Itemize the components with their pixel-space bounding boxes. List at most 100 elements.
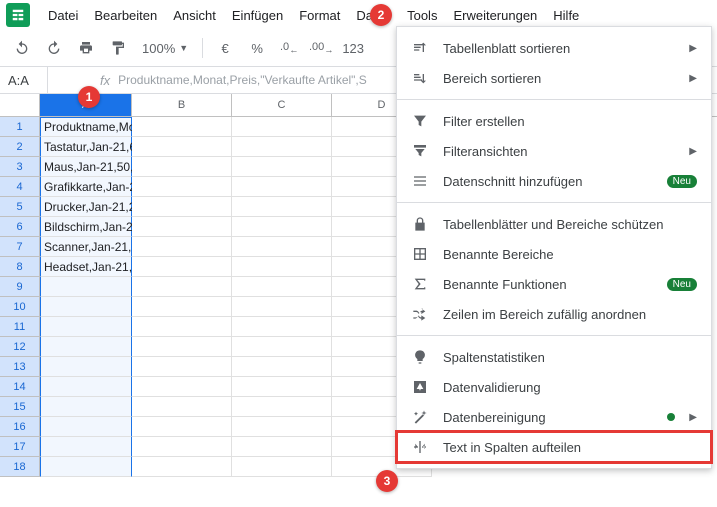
row-header[interactable]: 15 (0, 397, 40, 417)
row-header[interactable]: 17 (0, 437, 40, 457)
cell[interactable] (232, 357, 332, 377)
row-header[interactable]: 2 (0, 137, 40, 157)
row-header[interactable]: 4 (0, 177, 40, 197)
select-all-corner[interactable] (0, 94, 40, 116)
cell[interactable] (132, 157, 232, 177)
cell[interactable] (132, 437, 232, 457)
cell[interactable]: Tastatur,Jan-21,65,5,$325 (40, 137, 132, 157)
cell[interactable] (132, 197, 232, 217)
row-header[interactable]: 1 (0, 117, 40, 137)
row-header[interactable]: 12 (0, 337, 40, 357)
menu-item-split[interactable]: Text in Spalten aufteilen (397, 432, 711, 462)
cell[interactable] (132, 317, 232, 337)
menu-item-sort-sheet[interactable]: Tabellenblatt sortieren▶ (397, 33, 711, 63)
cell[interactable] (232, 337, 332, 357)
cell[interactable] (232, 437, 332, 457)
row-header[interactable]: 3 (0, 157, 40, 177)
cell[interactable]: Scanner,Jan-21,220,2,$440 (40, 237, 132, 257)
cell[interactable] (40, 417, 132, 437)
menu-item-filter-views[interactable]: Filteransichten▶ (397, 136, 711, 166)
cell[interactable] (40, 357, 132, 377)
cell[interactable] (40, 297, 132, 317)
row-header[interactable]: 9 (0, 277, 40, 297)
cell[interactable]: Grafikkarte,Jan-21,380,3,"$1.140" (40, 177, 132, 197)
menu-item-bulb[interactable]: Spaltenstatistiken (397, 342, 711, 372)
cell[interactable] (232, 397, 332, 417)
cell[interactable]: Bildschirm,Jan-21,450,6,"$2.700" (40, 217, 132, 237)
cell[interactable] (232, 297, 332, 317)
cell[interactable] (40, 397, 132, 417)
menu-item-validation[interactable]: Datenvalidierung (397, 372, 711, 402)
cell[interactable] (132, 137, 232, 157)
cell[interactable] (132, 397, 232, 417)
cell[interactable] (40, 437, 132, 457)
menu-item-sort-range[interactable]: Bereich sortieren▶ (397, 63, 711, 93)
menu-format[interactable]: Format (291, 4, 348, 27)
increase-decimal-button[interactable]: .00→ (307, 34, 335, 62)
row-header[interactable]: 13 (0, 357, 40, 377)
percent-button[interactable]: % (243, 34, 271, 62)
cell[interactable] (132, 457, 232, 477)
cell[interactable] (232, 317, 332, 337)
currency-euro-button[interactable]: € (211, 34, 239, 62)
cell[interactable] (132, 177, 232, 197)
number-format-button[interactable]: 123 (339, 34, 367, 62)
row-header[interactable]: 7 (0, 237, 40, 257)
cell[interactable]: Maus,Jan-21,50,7,$4350 (40, 157, 132, 177)
cell[interactable] (132, 377, 232, 397)
cell[interactable] (132, 337, 232, 357)
cell[interactable] (232, 117, 332, 137)
cell[interactable] (132, 237, 232, 257)
cell[interactable] (232, 197, 332, 217)
menu-item-slicer[interactable]: Datenschnitt hinzufügenNeu (397, 166, 711, 196)
cell[interactable] (132, 357, 232, 377)
menu-bearbeiten[interactable]: Bearbeiten (86, 4, 165, 27)
cell[interactable] (132, 417, 232, 437)
menu-item-named-range[interactable]: Benannte Bereiche (397, 239, 711, 269)
print-button[interactable] (72, 34, 100, 62)
redo-button[interactable] (40, 34, 68, 62)
zoom-select[interactable]: 100% ▼ (136, 34, 194, 62)
formula-input[interactable]: Produktname,Monat,Preis,"Verkaufte Artik… (118, 73, 367, 87)
cell[interactable] (232, 177, 332, 197)
menu-tools[interactable]: Tools (399, 4, 445, 27)
menu-ansicht[interactable]: Ansicht (165, 4, 224, 27)
cell[interactable] (132, 117, 232, 137)
row-header[interactable]: 5 (0, 197, 40, 217)
cell[interactable] (40, 377, 132, 397)
cell[interactable] (232, 257, 332, 277)
cell[interactable] (132, 257, 232, 277)
cell[interactable] (132, 297, 232, 317)
cell[interactable] (232, 417, 332, 437)
row-header[interactable]: 16 (0, 417, 40, 437)
menu-erweiterungen[interactable]: Erweiterungen (445, 4, 545, 27)
cell[interactable] (232, 377, 332, 397)
row-header[interactable]: 18 (0, 457, 40, 477)
col-header-c[interactable]: C (232, 94, 332, 116)
cell[interactable] (232, 457, 332, 477)
cell[interactable] (40, 317, 132, 337)
cell[interactable] (232, 137, 332, 157)
menu-item-filter[interactable]: Filter erstellen (397, 106, 711, 136)
cell[interactable] (232, 277, 332, 297)
row-header[interactable]: 11 (0, 317, 40, 337)
col-header-b[interactable]: B (132, 94, 232, 116)
row-header[interactable]: 10 (0, 297, 40, 317)
menu-item-wand[interactable]: Datenbereinigung▶ (397, 402, 711, 432)
menu-item-sigma[interactable]: Benannte FunktionenNeu (397, 269, 711, 299)
cell[interactable] (40, 337, 132, 357)
menu-einfügen[interactable]: Einfügen (224, 4, 291, 27)
cell[interactable] (232, 217, 332, 237)
cell[interactable] (132, 277, 232, 297)
paint-format-button[interactable] (104, 34, 132, 62)
menu-datei[interactable]: Datei (40, 4, 86, 27)
cell[interactable] (40, 277, 132, 297)
row-header[interactable]: 6 (0, 217, 40, 237)
row-header[interactable]: 14 (0, 377, 40, 397)
cell[interactable]: Drucker,Jan-21,220,4,$880 (40, 197, 132, 217)
row-header[interactable]: 8 (0, 257, 40, 277)
menu-item-shuffle[interactable]: Zeilen im Bereich zufällig anordnen (397, 299, 711, 329)
cell[interactable] (232, 237, 332, 257)
undo-button[interactable] (8, 34, 36, 62)
name-box[interactable]: A:A (0, 67, 48, 93)
